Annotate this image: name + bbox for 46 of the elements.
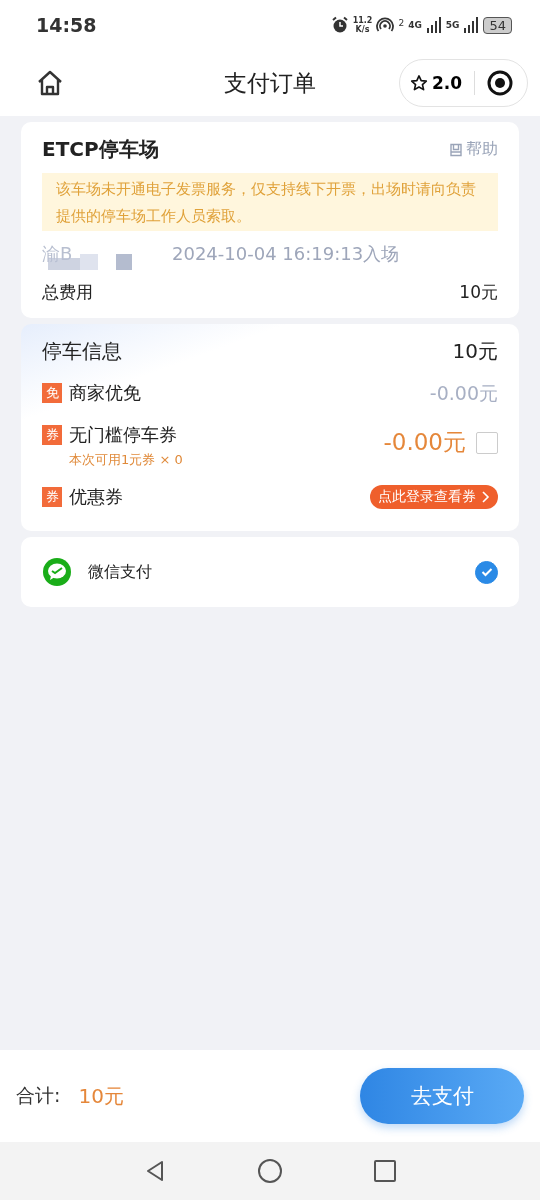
record-icon[interactable] (487, 70, 513, 96)
discount-amount: -0.00元 (383, 428, 466, 457)
network-speed: 11.2 K/s (352, 16, 373, 34)
book-icon (449, 142, 463, 157)
page-title: 支付订单 (224, 68, 316, 98)
discount-amount: -0.00元 (429, 381, 498, 406)
network-type: 4G (408, 20, 422, 30)
recents-icon[interactable] (373, 1159, 397, 1183)
rating-button[interactable]: 2.0 (409, 73, 462, 93)
discount-label: 无门槛停车券 (69, 423, 177, 447)
discount-tag: 券 (42, 487, 62, 507)
sum-amount: 10元 (78, 1082, 124, 1110)
network-type: 5G (445, 20, 460, 30)
pay-button[interactable]: 去支付 (360, 1068, 524, 1124)
sum-label: 合计: (16, 1083, 61, 1108)
payment-radio[interactable] (475, 560, 498, 584)
entry-time: 2024-10-04 16:19:13入场 (172, 242, 400, 266)
battery-indicator: 54 (483, 16, 512, 34)
total-fee-label: 总费用 (42, 281, 93, 304)
hotspot-icon (376, 16, 395, 34)
payment-method-card[interactable]: 微信支付 (21, 537, 519, 607)
coupon-note: 本次可用1元券 × 0 (69, 451, 183, 469)
sim-number: 2 (398, 18, 405, 28)
home-button-icon[interactable] (257, 1158, 283, 1184)
status-time: 14:58 (36, 14, 97, 36)
section-title: 停车信息 (42, 338, 122, 365)
discount-label: 优惠券 (69, 485, 123, 509)
coupon-checkbox[interactable] (476, 431, 498, 454)
total-fee-amount: 10元 (459, 281, 498, 304)
help-link[interactable]: 帮助 (449, 139, 498, 160)
payment-method-label: 微信支付 (88, 561, 153, 583)
discount-tag: 券 (42, 425, 62, 445)
star-icon (409, 74, 428, 92)
parking-lot-name: ETCP停车场 (42, 136, 159, 163)
home-icon[interactable] (36, 69, 64, 97)
chat-bubble-icon (42, 557, 72, 587)
invoice-notice: 该车场未开通电子发票服务，仅支持线下开票，出场时请向负责提供的停车场工作人员索取。 (42, 173, 498, 231)
signal-icon (425, 17, 442, 33)
signal-icon (463, 17, 480, 33)
discount-label: 商家优免 (69, 381, 141, 405)
chevron-icon (480, 491, 490, 503)
license-plate: 渝B (42, 242, 73, 266)
login-coupon-button[interactable]: 点此登录查看券 (370, 485, 498, 509)
alarm-icon (330, 16, 349, 34)
discount-tag: 免 (42, 383, 62, 403)
parking-fee-amount: 10元 (452, 338, 498, 365)
